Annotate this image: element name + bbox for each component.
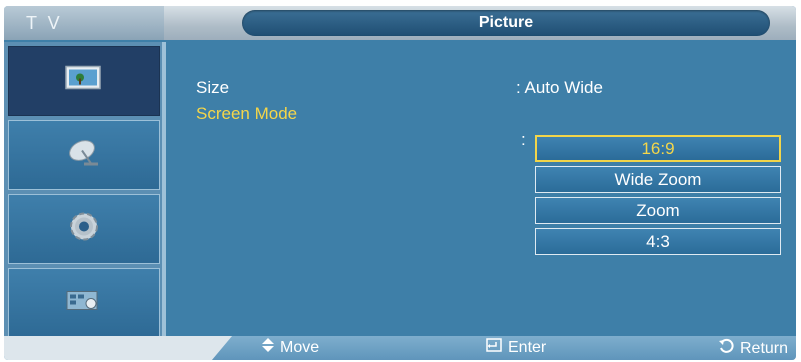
move-label: Move	[280, 339, 320, 357]
screen-mode-options: 16:9 Wide Zoom Zoom 4:3	[535, 135, 781, 259]
option-16-9[interactable]: 16:9	[535, 135, 781, 162]
size-label[interactable]: Size	[196, 78, 229, 98]
enter-label: Enter	[508, 339, 547, 357]
return-icon	[718, 338, 734, 360]
setup-gear-icon	[66, 209, 102, 250]
footer: Move Enter Return	[4, 336, 796, 360]
page-title: Picture	[242, 10, 770, 36]
option-wide-zoom[interactable]: Wide Zoom	[535, 166, 781, 193]
osd-menu: T V Picture Size: Auto Wide Screen Mode…	[4, 6, 796, 360]
screen-mode-label[interactable]: Screen Mode	[196, 104, 297, 124]
move-arrows-icon	[262, 338, 274, 358]
sidebar-item-input[interactable]	[8, 268, 160, 338]
option-zoom[interactable]: Zoom	[535, 197, 781, 224]
size-value: : Auto Wide	[516, 78, 603, 97]
return-hint: Return	[718, 338, 788, 360]
sidebar-item-picture[interactable]	[8, 46, 160, 116]
input-source-icon	[64, 286, 104, 321]
menu-content: Size : Auto Wide Screen Mode : 16:9 Wide…	[166, 42, 796, 338]
title-bar: T V Picture	[4, 6, 796, 40]
sidebar-item-channel[interactable]	[8, 120, 160, 190]
tv-section-label: T V	[4, 6, 164, 40]
enter-hint: Enter	[486, 338, 546, 358]
option-4-3[interactable]: 4:3	[535, 228, 781, 255]
sidebar-item-setup[interactable]	[8, 194, 160, 264]
satellite-dish-icon	[64, 137, 104, 174]
enter-icon	[486, 338, 502, 358]
sidebar	[4, 42, 162, 338]
return-label: Return	[740, 340, 789, 358]
footer-hints: Move Enter Return	[242, 336, 796, 360]
screen-mode-colon: :	[521, 130, 526, 149]
picture-icon	[64, 64, 104, 99]
move-hint: Move	[262, 338, 319, 358]
